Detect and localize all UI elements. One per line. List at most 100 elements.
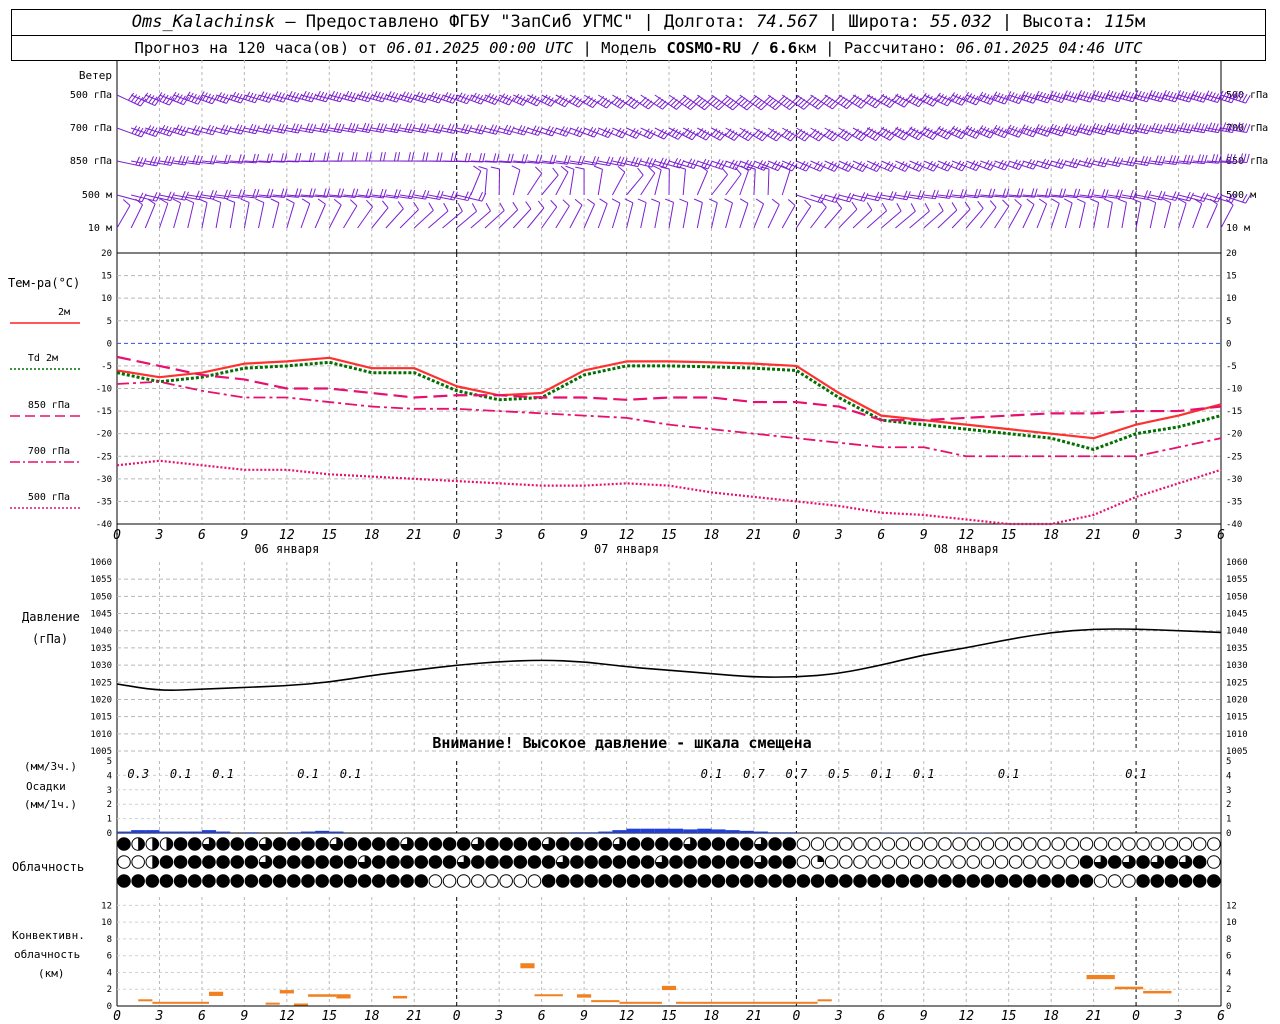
wind-barb: [357, 199, 373, 229]
conv-time-tick-label: 6: [198, 1009, 206, 1024]
cloud-symbol: [994, 855, 1009, 869]
wind-barb: [679, 198, 689, 229]
conv-cloud-bar: [676, 1001, 818, 1004]
pressure-tick-label: 1025: [90, 678, 112, 688]
wind-barb: [626, 167, 644, 196]
wind-barb: [158, 198, 169, 229]
cloud-fill: [1037, 874, 1051, 888]
temp-tick-label-right: -30: [1226, 475, 1242, 485]
cloud-symbol: [471, 874, 485, 888]
cloud-symbol: [923, 837, 938, 851]
meteogram: Ветер 500 гПа 500 гПа 700 гПа 700 гПа 850 гПа…: [8, 60, 1268, 1024]
cloud-fill: [344, 874, 357, 888]
cloud-fill: [301, 855, 315, 869]
cloud-fill: [273, 874, 286, 888]
wind-barb: [937, 160, 968, 172]
temp-tick-label: -25: [96, 452, 112, 462]
cloud-fill: [301, 874, 315, 888]
wind-barb: [624, 198, 634, 229]
precip-bar: [683, 829, 698, 833]
temp-time-tick-label: 12: [619, 528, 635, 543]
wind-barb: [838, 160, 869, 173]
cloud-fill: [1165, 855, 1178, 869]
pressure-tick-label-right: 1060: [1226, 558, 1248, 568]
pressure-tick-label: 1055: [90, 575, 112, 585]
precip-3h-label: 0.1: [701, 767, 723, 781]
cloud-fill: [669, 874, 683, 888]
conv-tick-label: 4: [107, 968, 112, 978]
cloud-symbol: [1093, 874, 1108, 888]
temp-tick-label: 10: [101, 294, 112, 304]
cloud-fill: [627, 837, 640, 851]
cloud-symbol: [1122, 837, 1136, 851]
precip-bar: [640, 828, 655, 833]
precip-bar: [329, 831, 344, 833]
temp-legend-label: 2м: [58, 307, 70, 318]
wind-level-label: 700 гПа: [70, 123, 112, 134]
temp-time-tick-label: 18: [704, 528, 720, 543]
pressure-tick-label-right: 1015: [1226, 713, 1248, 723]
cloud-fill: [372, 855, 386, 869]
cloud-fill: [542, 874, 555, 888]
precip-3h-label: 0.1: [913, 767, 935, 781]
cloud-symbol: [966, 837, 981, 851]
pressure-warning: Внимание! Высокое давление - шкала смеще…: [432, 734, 811, 752]
temp-tick-label-right: 15: [1226, 272, 1237, 282]
pressure-tick-label-right: 1035: [1226, 644, 1248, 654]
wind-barb: [1162, 198, 1172, 229]
cloud-fill: [315, 837, 329, 851]
cloud-fill: [400, 855, 414, 869]
cloud-fill: [202, 874, 216, 888]
conv-time-tick-label: 21: [746, 1009, 762, 1024]
wind-barb: [923, 160, 954, 172]
cloud-fill: [174, 837, 187, 851]
conv-time-tick-label: 9: [240, 1009, 248, 1024]
temp-time-tick-label: 18: [1043, 528, 1059, 543]
wind-barb: [852, 160, 883, 173]
wind-barb: [652, 165, 662, 196]
cloud-fill: [344, 837, 357, 851]
temp-time-tick-label: 18: [364, 528, 380, 543]
cloud-symbol: [881, 837, 896, 851]
precip-bar: [244, 832, 259, 833]
temp-tick-label: 20: [101, 249, 112, 259]
wind-level-label: 500 гПа: [70, 90, 112, 101]
wind-barb: [711, 167, 728, 196]
cloud-symbol: [1136, 837, 1150, 851]
cloud-fill: [471, 855, 485, 869]
conv-time-tick-label: 18: [704, 1009, 720, 1024]
conv-title-2: облачность: [14, 948, 80, 961]
wind-barb: [1147, 198, 1157, 229]
wind-barb: [1036, 198, 1048, 229]
precip-3h-label: 0.1: [297, 767, 319, 781]
cloud-fill: [1207, 874, 1221, 888]
cloud-fill: [414, 874, 428, 888]
precip-3h-label: 0.7: [786, 767, 808, 781]
pressure-title: Давление: [22, 610, 80, 624]
conv-cloud-bar: [661, 985, 677, 991]
precip-3h-label: 0.7: [743, 767, 765, 781]
cloud-fill: [259, 874, 272, 888]
wind-barb: [781, 165, 791, 196]
wind-barb: [660, 166, 670, 196]
temp-time-tick-label: 15: [661, 528, 677, 543]
cloud-symbol: [796, 855, 811, 869]
cloud-symbol: [1023, 855, 1037, 869]
cloud-fill: [556, 837, 570, 851]
cloud-fill: [386, 855, 400, 869]
cloud-fill: [570, 874, 584, 888]
cloud-fill: [740, 855, 754, 869]
cloud-fill: [740, 874, 754, 888]
temp-time-tick-label: 6: [538, 528, 546, 543]
precip-bar: [654, 828, 669, 833]
wind-barb: [130, 198, 144, 229]
cloud-symbol: [923, 855, 938, 869]
conv-time-tick-label: 3: [1174, 1009, 1183, 1024]
cloud-fill: [152, 837, 159, 851]
cloud-symbol: [117, 855, 131, 869]
cloud-fill: [216, 874, 230, 888]
cloud-symbol: [938, 855, 952, 869]
cloud-fill: [1066, 874, 1079, 888]
wind-barb: [611, 165, 626, 196]
conv-tick-label-right: 10: [1226, 918, 1237, 928]
